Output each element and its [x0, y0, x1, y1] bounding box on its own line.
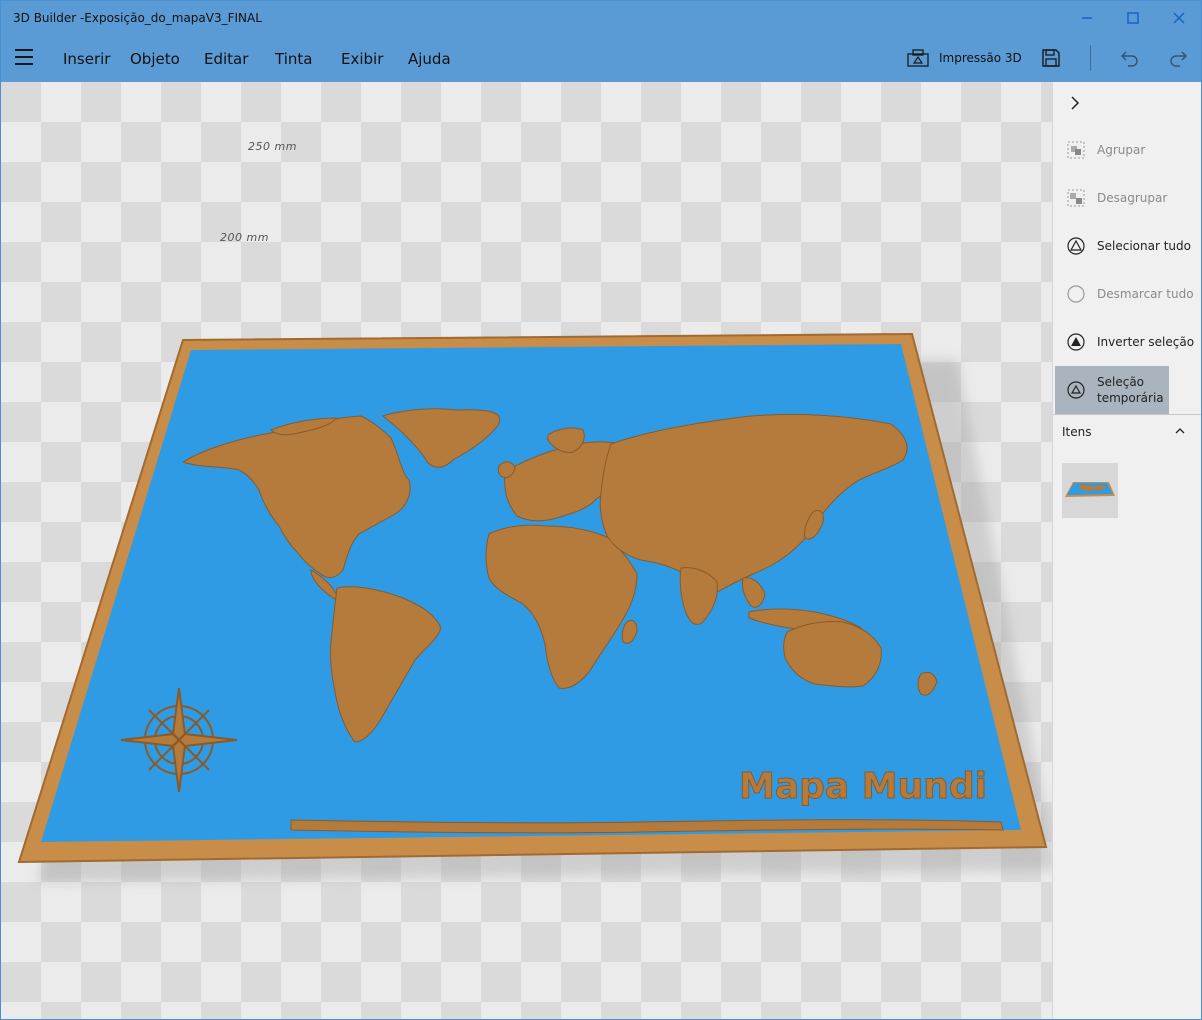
- action-desagrupar[interactable]: Desagrupar: [1055, 176, 1201, 220]
- ungroup-icon: [1065, 187, 1087, 209]
- action-agrupar[interactable]: Agrupar: [1055, 128, 1201, 172]
- undo-button[interactable]: [1117, 45, 1143, 71]
- redo-button[interactable]: [1165, 45, 1191, 71]
- app-window: 3D Builder -Exposição_do_mapaV3_FINAL In…: [0, 0, 1202, 1020]
- print-3d-label: Impressão 3D: [939, 51, 1022, 65]
- item-thumbnail-map-icon: [1065, 482, 1115, 497]
- 3d-viewport[interactable]: 250 mm 200 mm Mapa Mundi: [1, 82, 1052, 1020]
- temporary-selection-icon: [1065, 379, 1087, 401]
- undo-icon: [1121, 51, 1138, 67]
- save-button[interactable]: [1038, 45, 1064, 71]
- chevron-right-icon: [1071, 96, 1080, 110]
- menu-bar: Inserir Objeto Editar Tinta Exibir Ajuda…: [1, 35, 1201, 82]
- action-desagrupar-label: Desagrupar: [1097, 191, 1168, 205]
- action-selecao-temporaria[interactable]: Seleção temporária: [1055, 366, 1169, 414]
- action-selecao-temporaria-label: Seleção temporária: [1097, 375, 1164, 405]
- menu-ajuda[interactable]: Ajuda: [408, 50, 451, 68]
- map-model[interactable]: Mapa Mundi: [1, 82, 1052, 1020]
- redo-icon: [1170, 51, 1187, 67]
- map-title-text: Mapa Mundi: [739, 766, 987, 807]
- items-header: Itens: [1062, 425, 1092, 439]
- close-icon: [1173, 12, 1185, 24]
- action-inverter-selecao[interactable]: Inverter seleção: [1055, 320, 1201, 364]
- window-title: 3D Builder -Exposição_do_mapaV3_FINAL: [13, 11, 262, 25]
- items-collapse-button[interactable]: [1171, 422, 1189, 440]
- save-icon: [1042, 49, 1060, 67]
- maximize-button[interactable]: [1110, 1, 1156, 35]
- deselect-all-icon: [1065, 283, 1087, 305]
- invert-selection-icon: [1065, 331, 1087, 353]
- chevron-up-icon: [1175, 428, 1185, 434]
- minimize-button[interactable]: [1064, 1, 1110, 35]
- action-selecionar-tudo[interactable]: Selecionar tudo: [1055, 224, 1201, 268]
- menu-inserir[interactable]: Inserir: [63, 50, 110, 68]
- action-desmarcar-tudo[interactable]: Desmarcar tudo: [1055, 272, 1201, 316]
- menu-tinta[interactable]: Tinta: [275, 50, 312, 68]
- action-selecionar-tudo-label: Selecionar tudo: [1097, 239, 1191, 253]
- action-agrupar-label: Agrupar: [1097, 143, 1146, 157]
- group-icon: [1065, 139, 1087, 161]
- close-button[interactable]: [1156, 1, 1201, 35]
- collapse-panel-button[interactable]: [1067, 95, 1083, 111]
- panel-divider: [1053, 414, 1201, 415]
- minimize-icon: [1082, 17, 1092, 19]
- action-desmarcar-tudo-label: Desmarcar tudo: [1097, 287, 1194, 301]
- toolbar-separator: [1090, 45, 1091, 71]
- item-thumbnail[interactable]: [1062, 463, 1118, 518]
- print-3d-button[interactable]: Impressão 3D: [907, 47, 1022, 69]
- maximize-icon: [1127, 12, 1139, 24]
- select-all-icon: [1065, 235, 1087, 257]
- action-inverter-selecao-label: Inverter seleção: [1097, 335, 1195, 349]
- menu-editar[interactable]: Editar: [204, 50, 248, 68]
- printer-3d-icon: [907, 49, 929, 67]
- hamburger-menu-icon[interactable]: [15, 49, 33, 65]
- menu-objeto[interactable]: Objeto: [130, 50, 180, 68]
- side-panel: Agrupar Desagrupar Selecionar tudo Desma…: [1052, 82, 1201, 1019]
- menu-exibir[interactable]: Exibir: [341, 50, 383, 68]
- title-bar: 3D Builder -Exposição_do_mapaV3_FINAL: [1, 1, 1201, 35]
